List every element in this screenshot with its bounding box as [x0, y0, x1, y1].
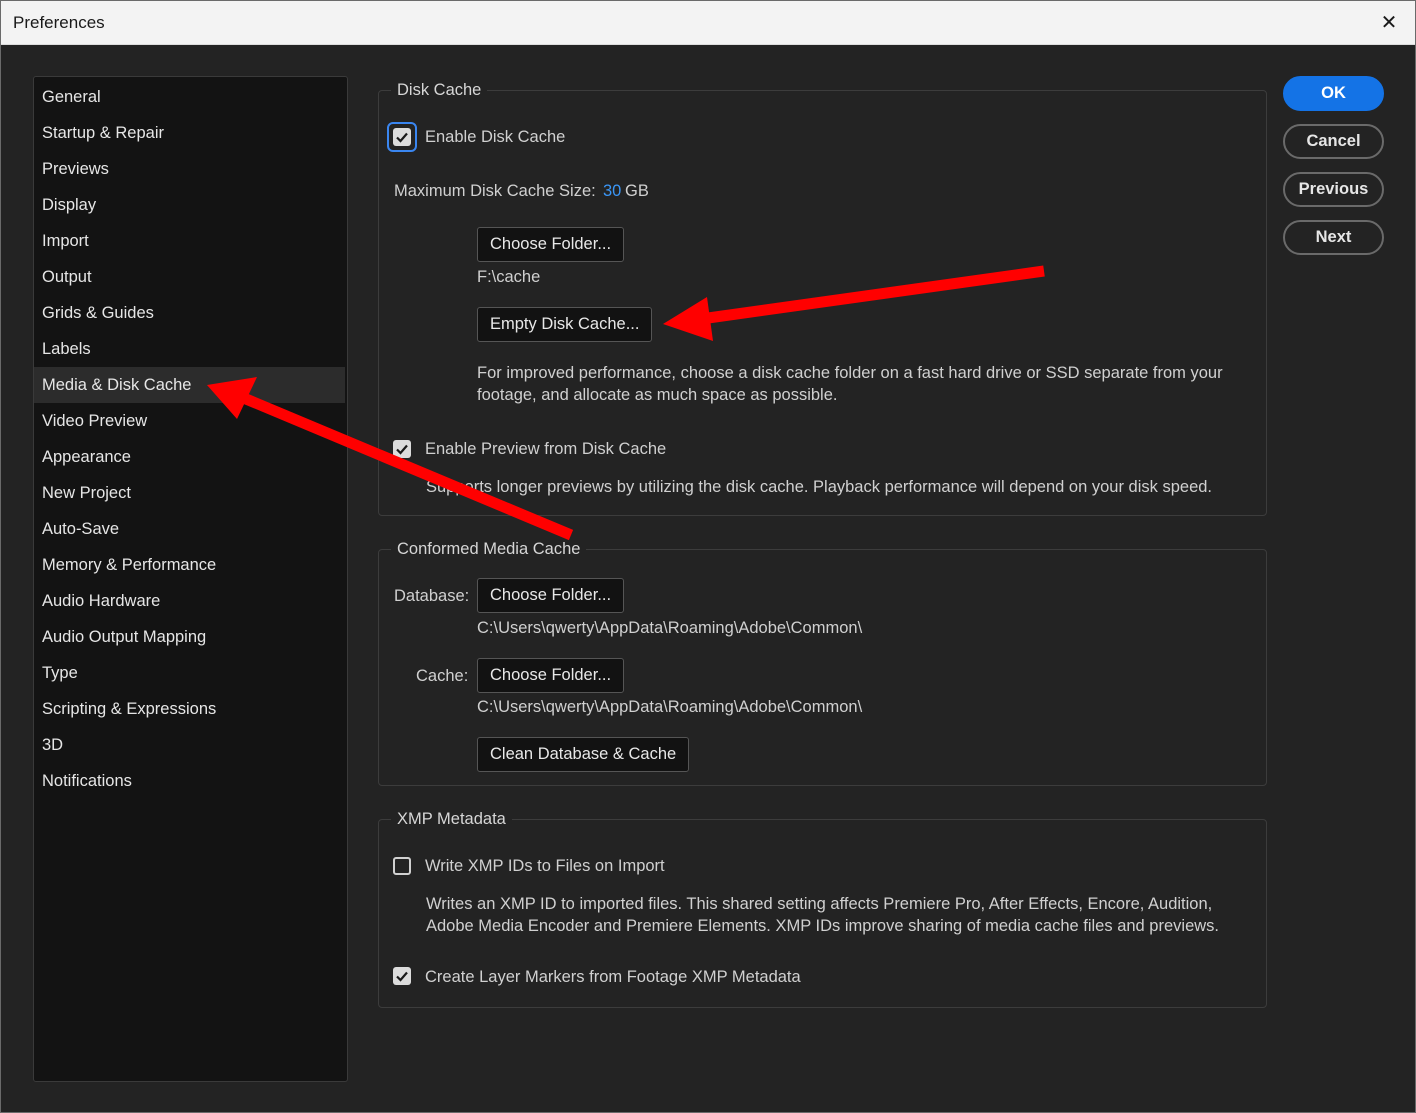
- sidebar-item-memory-performance[interactable]: Memory & Performance: [34, 547, 345, 583]
- close-icon[interactable]: ✕: [1375, 9, 1403, 37]
- enable-disk-cache-checkbox[interactable]: [393, 128, 411, 146]
- sidebar-item-auto-save[interactable]: Auto-Save: [34, 511, 345, 547]
- sidebar-item-appearance[interactable]: Appearance: [34, 439, 345, 475]
- disk-cache-folder-path: F:\cache: [477, 268, 541, 286]
- checkmark-icon: [396, 444, 408, 455]
- create-layer-markers-label: Create Layer Markers from Footage XMP Me…: [425, 968, 801, 986]
- checkmark-icon: [396, 132, 408, 143]
- sidebar-item-startup-repair[interactable]: Startup & Repair: [34, 115, 345, 151]
- next-button[interactable]: Next: [1283, 220, 1384, 255]
- sidebar-item-grids-guides[interactable]: Grids & Guides: [34, 295, 345, 331]
- sidebar-item-previews[interactable]: Previews: [34, 151, 345, 187]
- database-path: C:\Users\qwerty\AppData\Roaming\Adobe\Co…: [477, 619, 863, 637]
- empty-disk-cache-button[interactable]: Empty Disk Cache...: [477, 307, 653, 342]
- sidebar-item-display[interactable]: Display: [34, 187, 345, 223]
- cancel-button[interactable]: Cancel: [1283, 124, 1384, 159]
- sidebar-item-type[interactable]: Type: [34, 655, 345, 691]
- cache-label: Cache:: [416, 667, 469, 685]
- sidebar-item-notifications[interactable]: Notifications: [34, 763, 345, 799]
- title-bar: Preferences ✕: [1, 1, 1415, 45]
- database-label: Database:: [394, 587, 470, 605]
- preview-hint: Supports longer previews by utilizing th…: [426, 478, 1213, 496]
- sidebar-item-3d[interactable]: 3D: [34, 727, 345, 763]
- preferences-dialog: Preferences ✕ General Startup & Repair P…: [0, 0, 1416, 1113]
- max-cache-size-label: Maximum Disk Cache Size:: [394, 182, 596, 200]
- choose-cache-folder-button[interactable]: Choose Folder...: [477, 658, 625, 693]
- previous-button[interactable]: Previous: [1283, 172, 1384, 207]
- sidebar-item-output[interactable]: Output: [34, 259, 345, 295]
- enable-preview-from-disk-cache-checkbox[interactable]: [393, 440, 411, 458]
- checkmark-icon: [396, 971, 408, 982]
- window-title: Preferences: [13, 13, 105, 32]
- sidebar-item-import[interactable]: Import: [34, 223, 345, 259]
- conformed-media-cache-group: Conformed Media Cache Database: Choose F…: [378, 538, 1267, 786]
- sidebar-item-new-project[interactable]: New Project: [34, 475, 345, 511]
- choose-disk-cache-folder-button[interactable]: Choose Folder...: [477, 227, 625, 262]
- sidebar-item-audio-hardware[interactable]: Audio Hardware: [34, 583, 345, 619]
- write-xmp-ids-hint: Writes an XMP ID to imported files. This…: [426, 895, 1219, 935]
- sidebar-item-audio-output-mapping[interactable]: Audio Output Mapping: [34, 619, 345, 655]
- max-cache-size-value[interactable]: 30: [603, 180, 621, 202]
- disk-cache-group: Disk Cache Enable Disk Cache Maximum Dis…: [378, 79, 1267, 516]
- xmp-metadata-group: XMP Metadata Write XMP IDs to Files on I…: [378, 808, 1267, 1008]
- xmp-metadata-title: XMP Metadata: [391, 808, 512, 830]
- cache-path: C:\Users\qwerty\AppData\Roaming\Adobe\Co…: [477, 698, 863, 716]
- write-xmp-ids-label: Write XMP IDs to Files on Import: [425, 857, 665, 875]
- max-cache-size-unit: GB: [625, 182, 649, 200]
- disk-cache-hint: For improved performance, choose a disk …: [477, 364, 1223, 404]
- sidebar-item-general[interactable]: General: [34, 79, 345, 115]
- sidebar-item-scripting-expressions[interactable]: Scripting & Expressions: [34, 691, 345, 727]
- disk-cache-title: Disk Cache: [391, 79, 488, 101]
- enable-preview-label: Enable Preview from Disk Cache: [425, 440, 667, 458]
- conformed-media-cache-title: Conformed Media Cache: [391, 538, 587, 560]
- sidebar-item-video-preview[interactable]: Video Preview: [34, 403, 345, 439]
- choose-database-folder-button[interactable]: Choose Folder...: [477, 578, 625, 613]
- enable-disk-cache-label: Enable Disk Cache: [425, 128, 566, 146]
- sidebar-item-media-disk-cache[interactable]: Media & Disk Cache: [34, 367, 345, 403]
- create-layer-markers-checkbox[interactable]: [393, 967, 411, 985]
- write-xmp-ids-checkbox[interactable]: [393, 857, 411, 875]
- preferences-sidebar: General Startup & Repair Previews Displa…: [33, 76, 348, 1082]
- clean-database-cache-button[interactable]: Clean Database & Cache: [477, 737, 690, 772]
- sidebar-item-labels[interactable]: Labels: [34, 331, 345, 367]
- ok-button[interactable]: OK: [1283, 76, 1384, 111]
